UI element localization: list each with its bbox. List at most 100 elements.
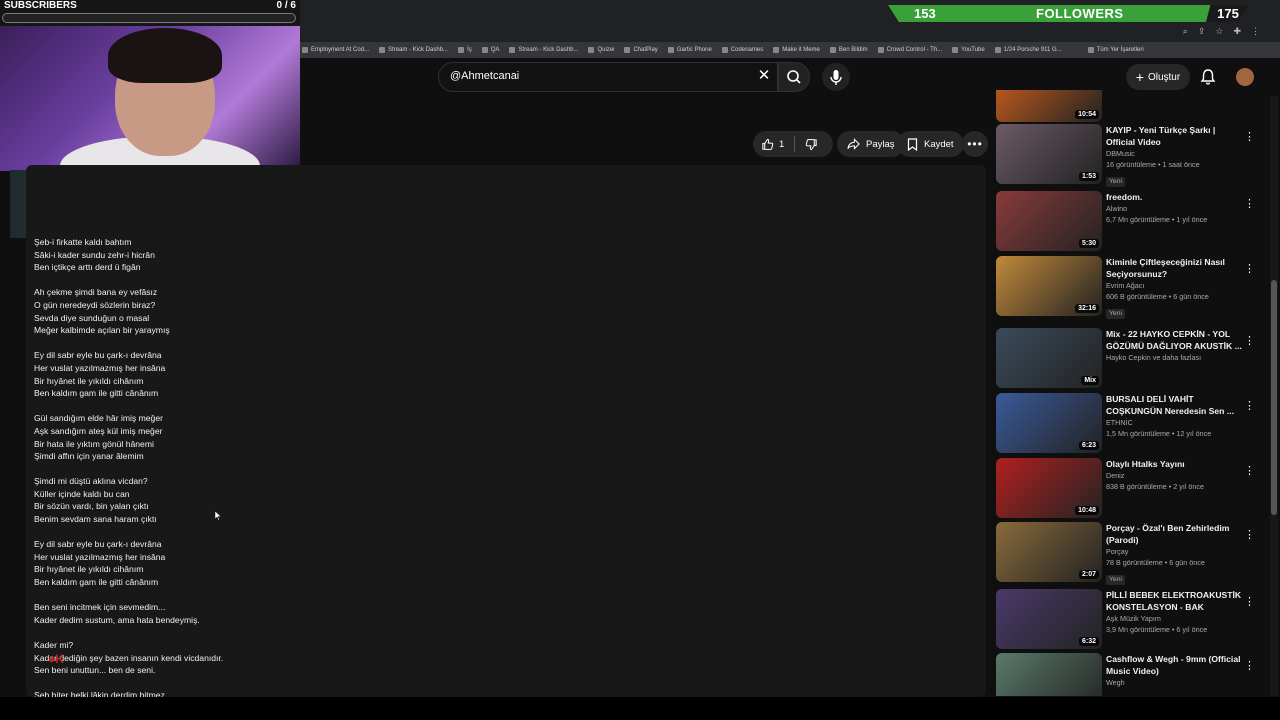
more-options-icon[interactable]: ⋮ — [1244, 197, 1255, 211]
video-stats: 6,7 Mn görüntüleme • 1 yıl önce — [1106, 215, 1208, 224]
scrollbar-thumb[interactable] — [1271, 280, 1277, 515]
channel-name[interactable]: Aşk Müzik Yapım — [1106, 613, 1246, 624]
bookmark-item[interactable]: YouTube — [952, 47, 985, 53]
related-video-item[interactable]: Cashflow & Wegh - 9mm (Official Music Vi… — [996, 653, 1266, 696]
video-title[interactable]: KAYIP - Yeni Türkçe Şarkı | Official Vid… — [1106, 124, 1246, 148]
thumbs-down-icon[interactable] — [805, 138, 818, 151]
lyrics-line: Bir hata ile yıktım gönül hânemi — [34, 438, 154, 449]
bookmark-item[interactable]: Employment At Cod... — [302, 47, 369, 53]
video-title[interactable]: PİLLİ BEBEK ELEKTROAKUSTİK KONSTELASYON … — [1106, 589, 1246, 613]
more-actions-button[interactable]: ••• — [962, 131, 988, 157]
bookmark-label: Quizei — [597, 47, 615, 53]
new-badge: Yeni — [1106, 177, 1125, 187]
video-thumbnail[interactable]: 32:16 — [996, 256, 1102, 316]
zoom-icon[interactable]: ⌕ — [1183, 26, 1188, 37]
more-options-icon[interactable]: ⋮ — [1244, 659, 1255, 673]
video-meta: Porçay - Özal'ı Ben Zehirledim (Parodi) P… — [1106, 522, 1246, 586]
related-video-item[interactable]: 6:23 BURSALI DELİ VAHİT COŞKUNGÜN Neredes… — [996, 393, 1266, 453]
bookmark-item[interactable]: 1/24 Porsche 911 G... — [994, 47, 1062, 53]
lyrics-line: Gül sandığım elde hâr imiş meğer — [34, 413, 163, 424]
related-video-item[interactable]: 10:48 Olaylı Htalks Yayını Deniz 838 B görü… — [996, 458, 1266, 518]
bookmark-label: QA — [490, 47, 500, 53]
more-options-icon[interactable]: ⋮ — [1244, 464, 1255, 478]
more-options-icon[interactable]: ⋮ — [1244, 399, 1255, 413]
channel-name[interactable]: Porçay — [1106, 546, 1246, 557]
puzzle-icon[interactable]: ✚ — [1233, 26, 1241, 37]
related-video-item[interactable]: 2:07 Porçay - Özal'ı Ben Zehirledim (Paro… — [996, 522, 1266, 585]
bookmark-label: 1/24 Porsche 911 G... — [1003, 47, 1062, 53]
related-video-item[interactable]: 32:16 Kiminle Çiftleşeceğinizi Nasıl Seçi… — [996, 256, 1266, 319]
related-video-item[interactable]: 1:53 KAYIP - Yeni Türkçe Şarkı | Official… — [996, 124, 1266, 187]
related-videos: 10:54 44 B görüntüleme • 1 gün önceYeni 1:… — [996, 90, 1266, 696]
kick-watermark-icon: ●K — [48, 652, 64, 666]
menu-dots-icon[interactable]: ⋮ — [1251, 26, 1260, 37]
video-title[interactable]: Porçay - Özal'ı Ben Zehirledim (Parodi) — [1106, 522, 1246, 546]
bookmark-item[interactable]: Make it Meme — [773, 47, 820, 53]
channel-name[interactable]: Evrim Ağacı — [1106, 280, 1246, 291]
save-button[interactable]: Kaydet — [897, 131, 964, 157]
bookmark-item[interactable]: ChatPlay — [624, 47, 658, 53]
create-button[interactable]: + Oluştur — [1126, 64, 1190, 90]
more-options-icon[interactable]: ⋮ — [1244, 595, 1255, 609]
subscribers-count: 0 / 6 — [276, 0, 296, 11]
microphone-icon — [830, 70, 842, 85]
bookmark-label: Gartic Phone — [676, 47, 712, 53]
like-button[interactable]: 1 — [761, 138, 784, 151]
channel-name[interactable]: Wegh — [1106, 677, 1246, 688]
clear-search-icon[interactable]: ✕ — [757, 68, 771, 84]
video-thumbnail[interactable]: 6:32 — [996, 589, 1102, 649]
video-thumbnail[interactable] — [996, 653, 1102, 696]
bookmark-item[interactable]: Gartic Phone — [667, 47, 712, 53]
related-video-item[interactable]: 6:32 PİLLİ BEBEK ELEKTROAKUSTİK KONSTELAS… — [996, 589, 1266, 649]
bookmark-item[interactable]: QA — [481, 47, 500, 53]
related-video-item[interactable]: 10:54 44 B görüntüleme • 1 gün önceYeni — [996, 90, 1266, 122]
video-title[interactable]: Olaylı Htalks Yayını — [1106, 458, 1246, 470]
search-query[interactable]: @Ahmetcanai — [450, 70, 519, 82]
video-thumbnail[interactable]: 6:23 — [996, 393, 1102, 453]
video-title[interactable]: freedom. — [1106, 191, 1246, 203]
voice-search-button[interactable] — [822, 63, 850, 91]
bookmark-item[interactable]: Crowd Control - Th... — [877, 47, 942, 53]
bookmark-item[interactable]: Ben Bildim — [829, 47, 868, 53]
video-thumbnail[interactable]: Mix — [996, 328, 1102, 388]
bookmark-item[interactable]: İş — [458, 47, 472, 53]
bookmark-label: Tüm Yer İşaretleri — [1096, 47, 1144, 53]
video-stats: 606 B görüntüleme • 6 gün önce — [1106, 292, 1209, 301]
more-options-icon[interactable]: ⋮ — [1244, 130, 1255, 144]
more-options-icon[interactable]: ⋮ — [1244, 262, 1255, 276]
more-options-icon[interactable]: ⋮ — [1244, 528, 1255, 542]
video-title[interactable]: Mix - 22 HAYKO CEPKİN - YOL GÖZÜMÜ DAĞLI… — [1106, 328, 1246, 352]
video-thumbnail[interactable]: 1:53 — [996, 124, 1102, 184]
more-options-icon[interactable]: ⋮ — [1244, 334, 1255, 348]
like-dislike-pill: 1 — [753, 131, 833, 157]
video-title[interactable]: Kiminle Çiftleşeceğinizi Nasıl Seçiyorsu… — [1106, 256, 1246, 280]
video-thumbnail[interactable]: 5:30 — [996, 191, 1102, 251]
bookmark-item[interactable]: Stream - Kick Dashb... — [379, 47, 448, 53]
bookmark-item[interactable]: Quizei — [588, 47, 614, 53]
video-thumbnail[interactable]: 10:48 — [996, 458, 1102, 518]
video-title[interactable]: Cashflow & Wegh - 9mm (Official Music Vi… — [1106, 653, 1246, 677]
channel-name[interactable]: Deniz — [1106, 470, 1246, 481]
divider — [794, 136, 796, 152]
search-button[interactable] — [778, 62, 810, 92]
plus-icon: + — [1135, 69, 1144, 85]
channel-name[interactable]: Alwino — [1106, 203, 1246, 214]
share-button[interactable]: Paylaş — [837, 131, 905, 157]
save-group: Kaydet — [897, 131, 964, 157]
lyrics-stanza: Gül sandığım elde hâr imiş meğer Aşk sand… — [34, 412, 223, 462]
related-video-item[interactable]: Mix Mix - 22 HAYKO CEPKİN - YOL GÖZÜMÜ DA… — [996, 328, 1266, 388]
channel-name[interactable]: ETHNİC — [1106, 417, 1246, 428]
star-icon[interactable]: ☆ — [1215, 26, 1223, 37]
share-page-icon[interactable]: ⇪ — [1198, 26, 1206, 37]
related-video-item[interactable]: 5:30 freedom. Alwino 6,7 Mn görüntüleme • 1… — [996, 191, 1266, 251]
channel-name[interactable]: DBMusic — [1106, 148, 1246, 159]
account-avatar[interactable] — [1236, 68, 1254, 86]
bookmark-item[interactable]: Codenames — [721, 47, 763, 53]
notifications-button[interactable] — [1199, 68, 1217, 86]
channel-name[interactable]: Hayko Cepkin ve daha fazlası — [1106, 352, 1246, 363]
video-title[interactable]: BURSALI DELİ VAHİT COŞKUNGÜN Neredesin S… — [1106, 393, 1246, 417]
bookmark-item[interactable]: Stream - Kick Dashb... — [509, 47, 578, 53]
video-thumbnail[interactable]: 10:54 — [996, 90, 1102, 122]
bookmark-item[interactable]: Tüm Yer İşaretleri — [1087, 47, 1144, 53]
video-thumbnail[interactable]: 2:07 — [996, 522, 1102, 582]
